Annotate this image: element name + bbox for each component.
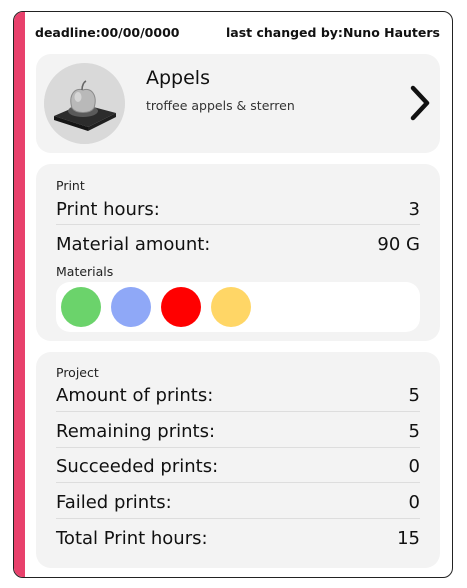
print-job-card: deadline:00/00/0000 last changed by:Nuno… bbox=[13, 11, 453, 578]
material-amount-label: Material amount: bbox=[56, 234, 211, 255]
material-swatch[interactable] bbox=[61, 287, 101, 327]
deadline-label: deadline: bbox=[35, 25, 101, 40]
material-amount-value: 90 G bbox=[377, 234, 420, 255]
deadline: deadline:00/00/0000 bbox=[35, 25, 179, 40]
material-swatch[interactable] bbox=[111, 287, 151, 327]
material-amount-row: Material amount: 90 G bbox=[56, 234, 420, 260]
project-row: Remaining prints: 5 bbox=[56, 421, 420, 448]
item-subtitle: troffee appels & sterren bbox=[146, 98, 295, 113]
project-row-label: Failed prints: bbox=[56, 492, 172, 513]
project-row-label: Total Print hours: bbox=[56, 528, 208, 549]
project-row-value: 15 bbox=[397, 528, 420, 549]
project-row-label: Succeeded prints: bbox=[56, 456, 219, 477]
project-row-label: Amount of prints: bbox=[56, 385, 214, 406]
3d-apple-model-icon bbox=[44, 63, 125, 144]
print-panel: Print Print hours: 3 Material amount: 90… bbox=[36, 164, 440, 341]
materials-swatches bbox=[56, 282, 420, 332]
project-row-label: Remaining prints: bbox=[56, 421, 216, 442]
item-panel[interactable]: Appels troffee appels & sterren bbox=[36, 54, 440, 153]
materials-label: Materials bbox=[56, 264, 114, 279]
project-row: Total Print hours: 15 bbox=[56, 528, 420, 555]
accent-bar bbox=[14, 12, 25, 577]
material-swatch[interactable] bbox=[161, 287, 201, 327]
item-title: Appels bbox=[146, 67, 210, 89]
deadline-value: 00/00/0000 bbox=[100, 25, 180, 40]
project-row: Succeeded prints: 0 bbox=[56, 456, 420, 483]
chevron-right-icon[interactable] bbox=[408, 83, 434, 123]
material-swatch[interactable] bbox=[211, 287, 251, 327]
project-row: Amount of prints: 5 bbox=[56, 385, 420, 412]
project-panel: Project Amount of prints: 5 Remaining pr… bbox=[36, 352, 440, 568]
project-row-value: 0 bbox=[408, 492, 420, 513]
print-hours-value: 3 bbox=[408, 199, 420, 220]
project-row-value: 5 bbox=[408, 385, 420, 406]
project-row: Failed prints: 0 bbox=[56, 492, 420, 519]
print-hours-label: Print hours: bbox=[56, 199, 160, 220]
print-hours-row: Print hours: 3 bbox=[56, 199, 420, 225]
last-changed-value: Nuno Hauters bbox=[342, 25, 440, 40]
project-section-label: Project bbox=[56, 365, 99, 380]
last-changed: last changed by:Nuno Hauters bbox=[226, 25, 440, 40]
print-section-label: Print bbox=[56, 178, 85, 193]
project-row-value: 0 bbox=[408, 456, 420, 477]
last-changed-label: last changed by: bbox=[225, 25, 343, 40]
project-row-value: 5 bbox=[408, 421, 420, 442]
card-header: deadline:00/00/0000 last changed by:Nuno… bbox=[35, 25, 440, 40]
